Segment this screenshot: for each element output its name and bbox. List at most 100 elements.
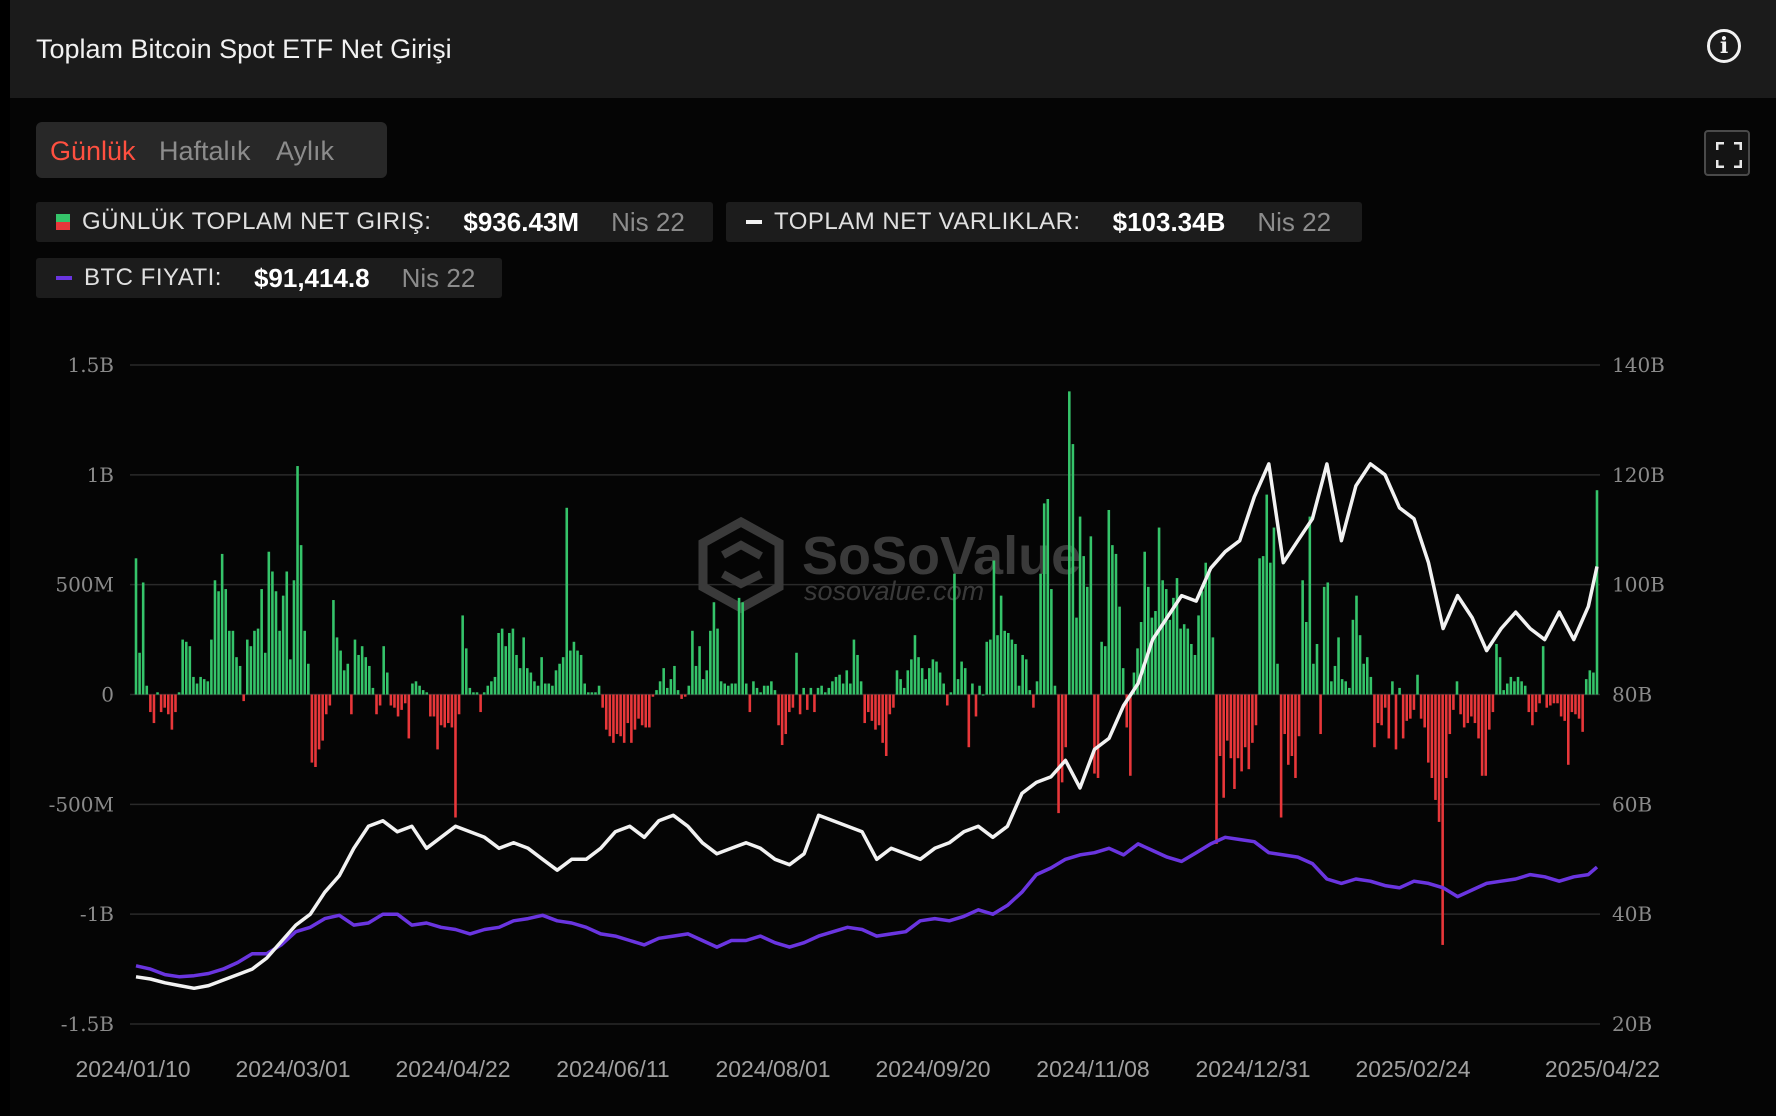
flow-bar	[217, 591, 220, 695]
flow-bar	[1531, 694, 1534, 726]
flow-bar	[192, 676, 195, 695]
flow-bar	[1588, 670, 1592, 695]
flow-bar	[332, 600, 335, 695]
flow-bar	[996, 635, 999, 695]
flow-bar	[913, 635, 917, 695]
flow-bar	[892, 694, 895, 708]
flow-bar	[827, 687, 831, 695]
flow-bar	[504, 646, 508, 695]
flow-bar	[170, 694, 174, 730]
flow-bar	[1470, 694, 1473, 717]
flow-bar	[1057, 694, 1060, 814]
flow-bar	[651, 694, 655, 697]
flow-bar	[1523, 685, 1527, 695]
flow-bar	[755, 687, 759, 695]
flow-bar	[1200, 591, 1204, 695]
flow-bar	[1577, 694, 1581, 719]
flow-bar	[963, 668, 967, 695]
flow-bar	[1502, 690, 1505, 695]
flow-bar	[1186, 628, 1190, 695]
flow-bar	[1111, 545, 1114, 695]
flow-bar	[1308, 516, 1312, 695]
flow-bar	[874, 694, 877, 730]
flow-bar	[888, 694, 892, 715]
flow-bar	[1089, 536, 1093, 695]
right-axis-tick: 120B	[1612, 463, 1665, 487]
flow-bar	[1017, 685, 1021, 695]
flow-bar	[985, 641, 989, 695]
flow-bar	[1247, 694, 1251, 770]
flow-bar	[1527, 694, 1531, 713]
x-axis-tick: 2024/09/20	[875, 1056, 990, 1082]
flow-bar	[1319, 694, 1322, 735]
right-axis-labels: 140B 120B 100B 80B 60B 40B 20B	[1612, 353, 1665, 1036]
flow-bar	[1340, 679, 1344, 695]
flow-bar	[881, 694, 884, 743]
x-axis-tick: 2024/01/10	[75, 1056, 190, 1082]
flow-bar	[694, 665, 698, 695]
flow-bar	[1419, 694, 1423, 719]
flow-bar	[935, 661, 938, 695]
flow-bar	[1024, 659, 1028, 695]
flow-bar	[1150, 617, 1154, 695]
flow-bar	[1053, 685, 1057, 695]
flow-bar	[565, 507, 569, 695]
flow-bar	[317, 694, 321, 750]
flow-bar	[464, 648, 468, 695]
flow-bar	[1014, 643, 1017, 695]
flow-bar	[159, 694, 163, 713]
x-axis-tick: 2024/12/31	[1195, 1056, 1310, 1082]
flow-bar	[1570, 694, 1574, 713]
flow-bar	[1147, 586, 1150, 695]
flow-bar	[820, 685, 823, 695]
flow-bar	[791, 694, 795, 708]
flow-bar	[989, 639, 992, 695]
right-axis-tick: 40B	[1612, 902, 1652, 926]
flow-bar	[181, 639, 184, 695]
flow-bar	[497, 632, 500, 695]
flow-bar	[202, 679, 206, 695]
x-axis-tick: 2024/03/01	[235, 1056, 350, 1082]
flow-bar	[439, 694, 443, 726]
flow-bar	[1423, 694, 1426, 728]
flow-bar	[1068, 391, 1071, 695]
flow-bar	[371, 687, 375, 695]
flow-bar	[1355, 595, 1358, 695]
flow-bar	[210, 639, 213, 695]
flow-bar	[1286, 694, 1290, 765]
flow-bar	[741, 602, 744, 695]
flow-bar	[1566, 694, 1570, 765]
flow-bar	[1581, 694, 1584, 732]
etf-flow-chart: SoSoValue sosovalue.com 1.5B 1B 500M 0 -500M…	[49, 353, 1665, 1082]
flow-bar	[188, 646, 192, 695]
flow-bar	[1021, 654, 1024, 695]
flow-bar	[1060, 694, 1064, 783]
flow-bar	[967, 694, 971, 748]
flow-bar	[626, 694, 630, 724]
flow-bar	[680, 694, 683, 699]
flow-bar	[576, 650, 579, 695]
flow-bar	[224, 589, 228, 695]
flow-bar	[1437, 694, 1441, 822]
flow-bar	[238, 665, 242, 695]
flow-bar	[942, 683, 945, 695]
flow-bar	[1279, 694, 1283, 818]
flow-bar	[382, 646, 385, 695]
flow-bar	[357, 654, 360, 695]
flow-bar	[1182, 624, 1186, 695]
flow-bar	[167, 694, 170, 715]
flow-bar	[1513, 681, 1516, 695]
flow-bar	[1046, 498, 1050, 695]
left-axis-tick: -500M	[49, 792, 114, 816]
flow-bar	[658, 681, 662, 695]
flow-bar	[364, 657, 368, 695]
watermark-site: sosovalue.com	[804, 576, 984, 606]
flow-bar	[1039, 573, 1042, 695]
flow-bar	[1304, 622, 1308, 695]
flow-bar	[551, 685, 554, 695]
right-axis-tick: 140B	[1612, 353, 1665, 377]
flow-bar	[906, 670, 910, 695]
flow-bar	[554, 670, 558, 695]
flow-bar	[1161, 580, 1164, 695]
flow-bar	[461, 615, 464, 695]
